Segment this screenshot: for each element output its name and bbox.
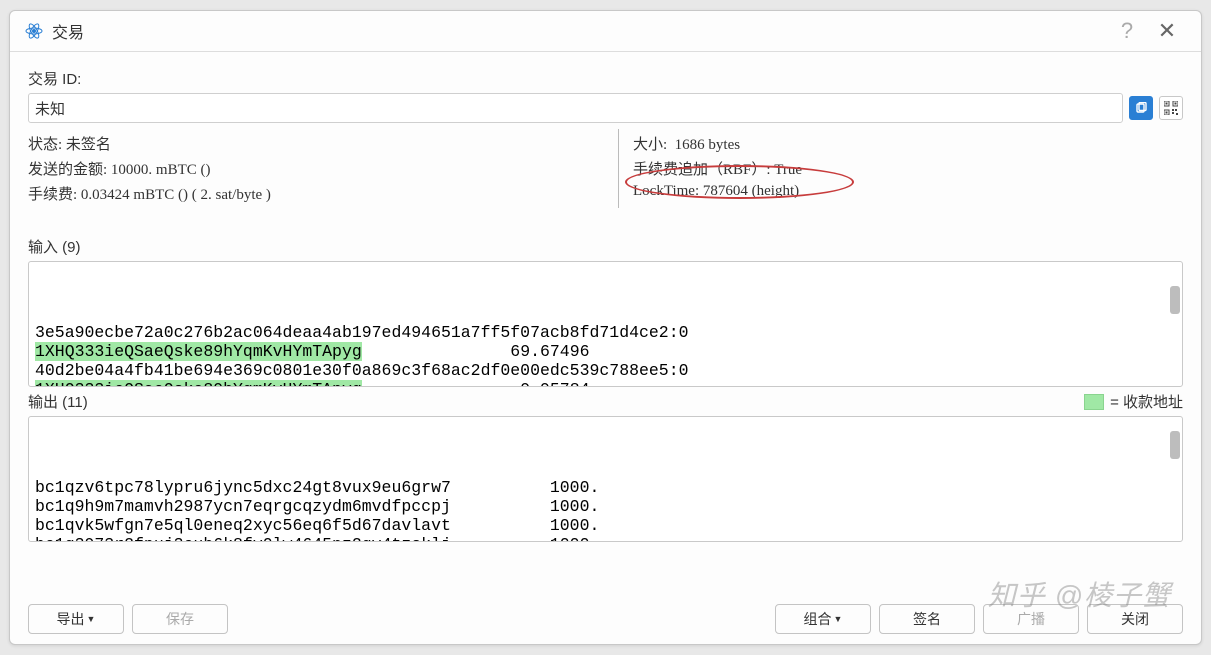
input-address: 1XHQ333ieQSaeQske89hYqmKvHYmTApyg xyxy=(35,380,362,387)
input-address-line: 1XHQ333ieQSaeQske89hYqmKvHYmTApyg 9.9578… xyxy=(35,380,1176,387)
locktime-line: LockTime: 787604 (height) xyxy=(633,183,802,200)
amount-label: 发送的金额: xyxy=(28,162,107,178)
outputs-label-row: 输出 (11) = 收款地址 xyxy=(28,391,1183,412)
scrollbar-thumb[interactable] xyxy=(1170,286,1180,314)
locktime-label: LockTime: xyxy=(633,183,699,199)
outputs-label: 输出 (11) xyxy=(28,391,88,412)
output-line: bc1qvk5wfgn7e5ql0eneq2xyc56eq6f5d67davla… xyxy=(35,516,1176,535)
rbf-label: 手续费追加（RBF）: xyxy=(633,162,771,178)
help-icon[interactable]: ? xyxy=(1107,18,1147,44)
txid-label: 交易 ID: xyxy=(28,68,1183,89)
close-button[interactable]: 关闭 xyxy=(1087,604,1183,634)
status-value: 未签名 xyxy=(66,137,111,153)
input-address-line: 1XHQ333ieQSaeQske89hYqmKvHYmTApyg 69.674… xyxy=(35,342,1176,361)
status-line: 状态: 未签名 xyxy=(28,133,608,154)
output-line: bc1qzv6tpc78lypru6jync5dxc24gt8vux9eu6gr… xyxy=(35,478,1176,497)
inputs-list[interactable]: 3e5a90ecbe72a0c276b2ac064deaa4ab197ed494… xyxy=(28,261,1183,387)
fee-line: 手续费: 0.03424 mBTC () ( 2. sat/byte ) xyxy=(28,183,608,204)
copy-icon[interactable] xyxy=(1129,96,1153,120)
output-line: bc1q3973r2fpuj3cuh6k8fy0lw4645nz2gy4tzsk… xyxy=(35,535,1176,542)
export-button[interactable]: 导出▼ xyxy=(28,604,124,634)
save-button[interactable]: 保存 xyxy=(132,604,228,634)
close-icon[interactable]: ✕ xyxy=(1147,18,1187,44)
input-amount: 9.95784 xyxy=(362,380,590,387)
size-value: 1686 bytes xyxy=(675,137,740,153)
input-amount: 69.67496 xyxy=(362,342,590,361)
qr-icon[interactable] xyxy=(1159,96,1183,120)
legend-swatch xyxy=(1084,394,1104,410)
amount-value: 10000. mBTC () xyxy=(111,162,211,178)
input-txid: 40d2be04a4fb41be694e369c0801e30f0a869c3f… xyxy=(35,361,1176,380)
size-label: 大小: xyxy=(633,137,667,153)
outputs-list[interactable]: bc1qzv6tpc78lypru6jync5dxc24gt8vux9eu6gr… xyxy=(28,416,1183,542)
combine-button[interactable]: 组合▼ xyxy=(775,604,871,634)
window-title: 交易 xyxy=(52,19,84,43)
titlebar: 交易 ? ✕ xyxy=(10,11,1201,52)
electrum-icon xyxy=(24,21,44,41)
input-txid: 3e5a90ecbe72a0c276b2ac064deaa4ab197ed494… xyxy=(35,323,1176,342)
fee-value: 0.03424 mBTC () ( 2. sat/byte ) xyxy=(81,187,271,203)
sign-button[interactable]: 签名 xyxy=(879,604,975,634)
bottom-bar: 导出▼ 保存 组合▼ 签名 广播 关闭 xyxy=(10,594,1201,644)
scrollbar-thumb[interactable] xyxy=(1170,431,1180,459)
rbf-line: 手续费追加（RBF）: True xyxy=(633,158,802,179)
fee-label: 手续费: xyxy=(28,187,77,203)
broadcast-button[interactable]: 广播 xyxy=(983,604,1079,634)
txid-input[interactable] xyxy=(28,93,1123,123)
input-address: 1XHQ333ieQSaeQske89hYqmKvHYmTApyg xyxy=(35,342,362,361)
inputs-label: 输入 (9) xyxy=(28,236,1183,257)
amount-line: 发送的金额: 10000. mBTC () xyxy=(28,158,608,179)
locktime-value: 787604 (height) xyxy=(703,183,799,199)
legend-text: = 收款地址 xyxy=(1110,391,1183,412)
size-line: 大小: 1686 bytes xyxy=(633,133,802,154)
output-line: bc1q9h9m7mamvh2987ycn7eqrgcqzydm6mvdfpcc… xyxy=(35,497,1176,516)
status-label: 状态: xyxy=(28,137,62,153)
transaction-dialog: 交易 ? ✕ 交易 ID: 状态: xyxy=(9,10,1202,645)
rbf-value: True xyxy=(774,162,802,178)
